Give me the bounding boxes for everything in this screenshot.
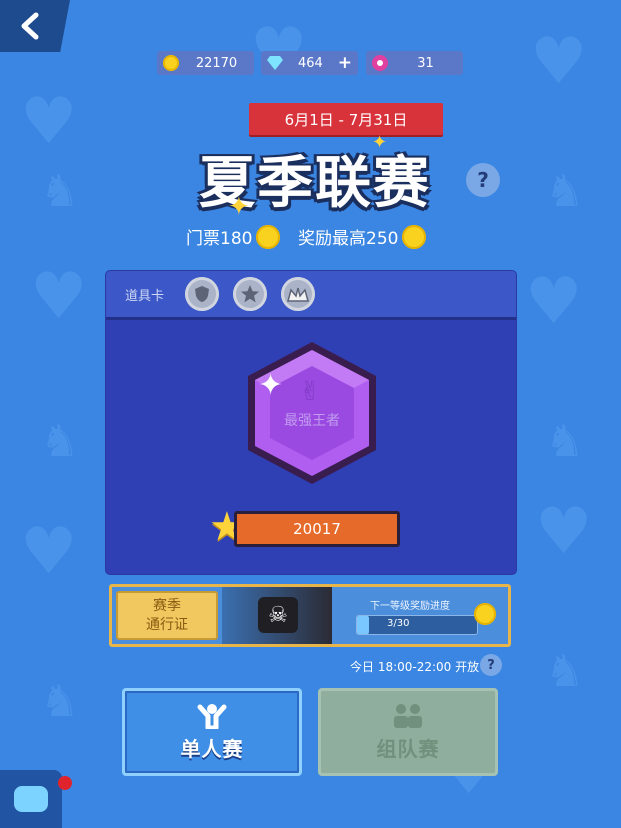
star-icon[interactable]: [233, 277, 267, 311]
pass-progress-bar: 3/30: [356, 615, 478, 635]
sparkle-icon: ✦: [258, 368, 284, 403]
coin-counter: 22170: [157, 51, 254, 75]
open-time: 今日 18:00-22:00 开放: [350, 660, 480, 674]
notification-dot: [58, 776, 72, 790]
chevron-left-icon: [21, 12, 39, 40]
shield-icon[interactable]: [185, 277, 219, 311]
season-pass-banner[interactable]: 赛季 通行证 ☠ 下一等级奖励进度 3/30: [109, 584, 511, 647]
coin-icon: [163, 55, 179, 71]
season-pass-title: 赛季 通行证: [116, 591, 218, 640]
schedule-help-button[interactable]: ?: [480, 654, 502, 676]
rank-panel: 道具卡 ✌ 最强王者 ✦ ★ 20017: [106, 271, 516, 574]
reward-label: 奖励最高250: [298, 229, 399, 249]
ticket-label: 门票180: [186, 229, 253, 249]
ticket-info: 门票180 奖励最高250: [0, 224, 621, 252]
page-title: 夏季联赛: [199, 151, 431, 216]
pirate-character-art: ☠: [222, 587, 332, 644]
pass-progress-label: 下一等级奖励进度: [370, 601, 450, 612]
coin-icon: [402, 224, 427, 249]
coin-value: 22170: [195, 55, 238, 71]
robot-icon: [14, 786, 48, 812]
team-mode-button[interactable]: 组队赛: [318, 688, 498, 776]
group-icon: [394, 703, 422, 728]
rank-badge: ✌ 最强王者 ✦: [242, 338, 382, 492]
robot-button[interactable]: [0, 770, 62, 828]
add-gems-button[interactable]: +: [338, 53, 352, 73]
season-pass-title-line2: 通行证: [146, 616, 188, 633]
tool-card-bar: 道具卡: [106, 271, 516, 320]
crown-icon[interactable]: [281, 277, 315, 311]
team-mode-label: 组队赛: [376, 736, 440, 761]
flower-icon: [372, 55, 388, 71]
gem-counter: 464 +: [261, 51, 358, 75]
solo-mode-label: 单人赛: [180, 736, 244, 761]
help-button[interactable]: ?: [466, 163, 500, 197]
skull-icon: ☠: [258, 597, 298, 633]
solo-mode-button[interactable]: 单人赛: [122, 688, 302, 776]
person-icon: [197, 703, 227, 729]
diamond-icon: [267, 55, 283, 71]
tool-card-label: 道具卡: [125, 289, 165, 304]
pass-progress-fill: [357, 616, 369, 634]
back-button[interactable]: [0, 0, 70, 52]
rank-name: 最强王者: [284, 413, 340, 429]
score-value: 20017: [293, 520, 341, 538]
token-value: 31: [417, 55, 434, 71]
sparkle-icon: ✦: [372, 132, 388, 153]
svg-text:✌: ✌: [299, 377, 321, 407]
coin-icon: [256, 224, 281, 249]
score-bar: 20017: [234, 511, 400, 547]
season-pass-title-line1: 赛季: [153, 598, 181, 615]
pass-progress-text: 3/30: [387, 618, 410, 629]
sparkle-icon: ✦: [228, 192, 250, 222]
coin-icon: [474, 603, 496, 625]
gem-value: 464: [297, 55, 323, 71]
date-banner: 6月1日 - 7月31日: [249, 103, 443, 135]
token-counter: 31: [366, 51, 463, 75]
